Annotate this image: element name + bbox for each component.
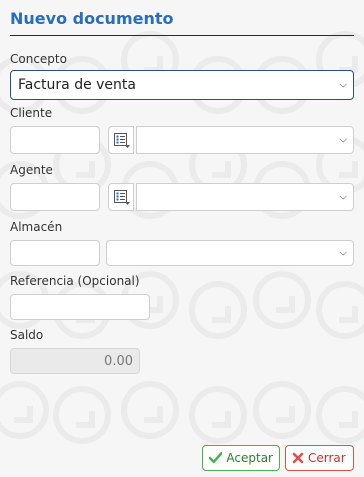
almacen-code-input[interactable]: [10, 240, 100, 266]
concepto-selected-value: Factura de venta: [18, 77, 136, 93]
check-icon: [209, 452, 223, 464]
saldo-field: 0.00: [10, 348, 140, 374]
chevron-down-icon: ⌵: [339, 79, 347, 91]
chevron-down-icon: ⌵: [339, 247, 347, 259]
title-divider: [10, 35, 354, 36]
close-button[interactable]: Cerrar: [285, 445, 354, 471]
cliente-name-select[interactable]: ⌵: [136, 126, 354, 154]
agente-label: Agente: [10, 163, 53, 177]
cliente-code-input[interactable]: [10, 126, 100, 154]
close-button-label: Cerrar: [308, 451, 346, 465]
concepto-label: Concepto: [10, 52, 67, 66]
cliente-label: Cliente: [10, 106, 53, 120]
cliente-picker-button[interactable]: [108, 126, 134, 154]
accept-button[interactable]: Aceptar: [202, 445, 280, 471]
agente-code-input[interactable]: [10, 183, 100, 211]
agente-picker-button[interactable]: [108, 183, 134, 211]
dialog-title: Nuevo documento: [10, 9, 174, 28]
agente-name-select[interactable]: ⌵: [136, 183, 354, 211]
referencia-input[interactable]: [10, 294, 150, 320]
saldo-value: 0.00: [104, 354, 133, 369]
referencia-label: Referencia (Opcional): [10, 274, 140, 288]
concepto-select[interactable]: Factura de venta ⌵: [10, 70, 354, 100]
almacen-label: Almacén: [10, 220, 63, 234]
list-picker-icon: [114, 133, 130, 148]
x-icon: [292, 452, 304, 464]
accept-button-label: Aceptar: [226, 451, 273, 465]
list-picker-icon: [114, 190, 130, 205]
almacen-select[interactable]: ⌵: [106, 240, 354, 266]
saldo-label: Saldo: [10, 328, 44, 342]
chevron-down-icon: ⌵: [339, 191, 347, 203]
chevron-down-icon: ⌵: [339, 134, 347, 146]
